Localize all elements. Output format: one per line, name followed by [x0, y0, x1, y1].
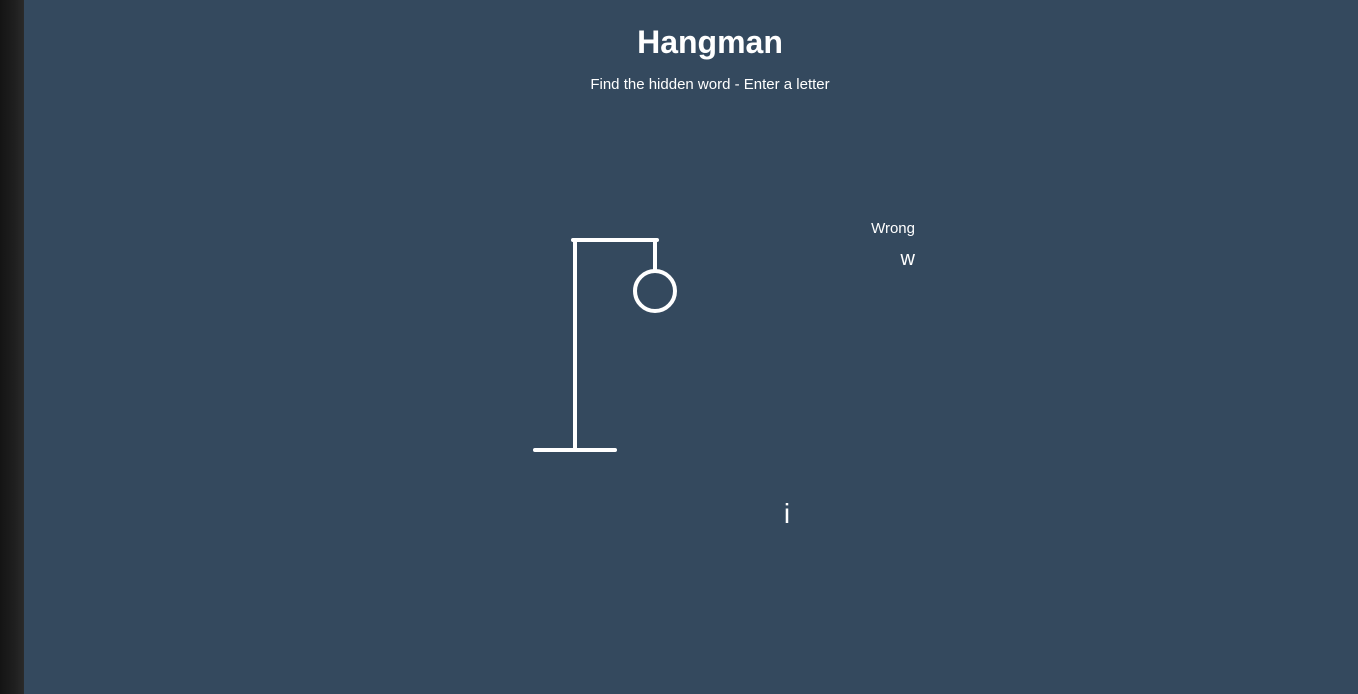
wrong-letters-panel: Wrong w [871, 220, 915, 270]
wrong-letters: w [900, 248, 915, 270]
hangman-app: Hangman Find the hidden word - Enter a l… [24, 0, 1358, 694]
wrong-label: Wrong [871, 220, 915, 237]
hidden-word: i [24, 498, 1358, 530]
word-letter: i [783, 498, 791, 529]
head [633, 269, 677, 313]
page-subtitle: Find the hidden word - Enter a letter [590, 76, 830, 93]
hangman-figure [529, 230, 729, 460]
window-edge [0, 0, 24, 694]
hangman-drawing [533, 238, 677, 452]
page-title: Hangman [637, 24, 783, 60]
